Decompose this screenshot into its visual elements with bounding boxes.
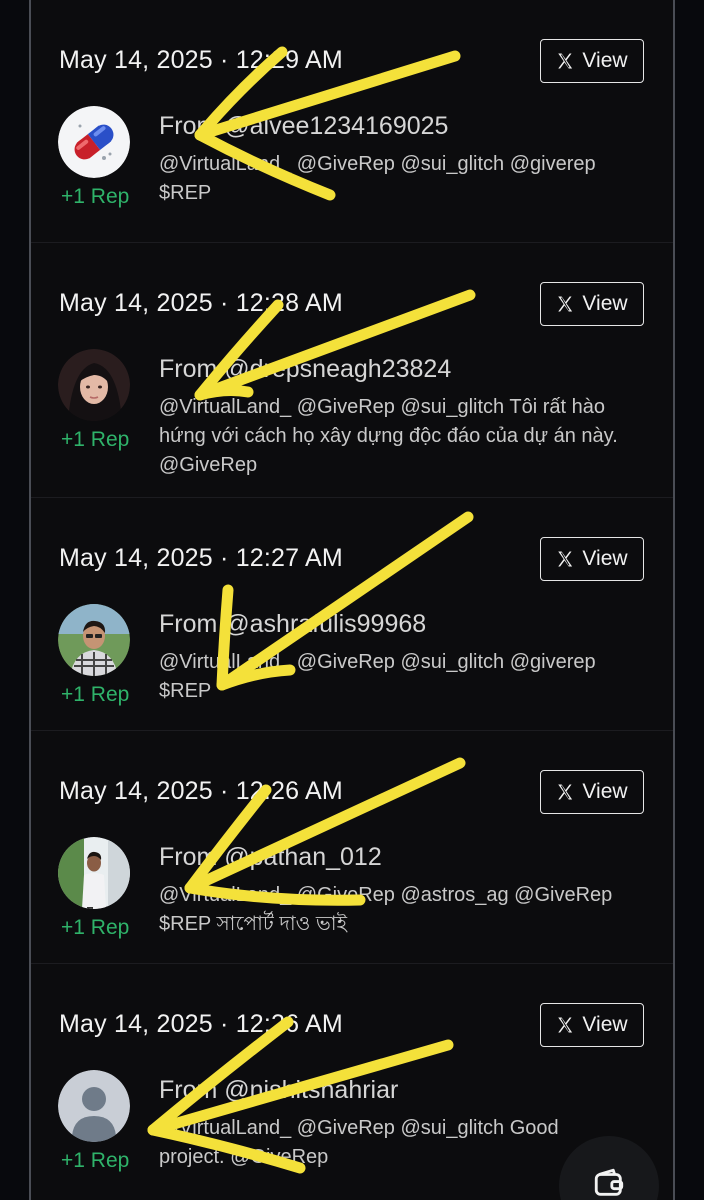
post-message: @VirtualLand_ @GiveRep @sui_glitch Good … <box>159 1117 559 1168</box>
user-photo-icon <box>58 837 130 909</box>
avatar[interactable] <box>58 1070 130 1142</box>
post-date: May 14, 2025 · 12:28 AM <box>59 289 343 317</box>
post-message: @VirtualLand_ @GiveRep @astros_ag @GiveR… <box>159 884 613 935</box>
post-author: From @ashrafulis99968 <box>159 610 427 638</box>
avatar[interactable] <box>58 604 130 676</box>
view-on-x-button[interactable]: View <box>540 1003 644 1047</box>
post-date: May 14, 2025 · 12:26 AM <box>59 1010 343 1038</box>
post-author: From @pathan_012 <box>159 843 382 871</box>
feed-card: May 14, 2025 · 12:28 AM View +1 Rep From… <box>31 243 673 498</box>
post-date: May 14, 2025 · 12:27 AM <box>59 544 343 572</box>
post-author: From @nishitshahriar <box>159 1076 399 1104</box>
user-photo-icon <box>58 604 130 676</box>
rep-badge: +1 Rep <box>61 916 130 939</box>
rep-badge: +1 Rep <box>61 428 130 451</box>
post-message: @VirtualLand_ @GiveRep @sui_glitch Tôi r… <box>159 396 618 476</box>
default-user-icon <box>58 1070 130 1142</box>
view-on-x-button[interactable]: View <box>540 770 644 814</box>
wallet-icon <box>594 1168 624 1196</box>
feed-card: May 14, 2025 · 12:27 AM View +1 Rep From… <box>31 498 673 731</box>
x-logo-icon <box>558 784 573 800</box>
view-label: View <box>582 292 628 315</box>
user-photo-icon <box>58 349 130 421</box>
rep-badge: +1 Rep <box>61 1149 130 1172</box>
post-author: From @drepsneagh23824 <box>159 355 452 383</box>
x-logo-icon <box>558 53 573 69</box>
post-message: @VirtualLand_ @GiveRep @sui_glitch @give… <box>159 651 596 702</box>
feed-card: May 14, 2025 · 12:26 AM View +1 Rep From… <box>31 731 673 964</box>
view-label: View <box>582 547 628 570</box>
feed-card: May 14, 2025 · 12:29 AM View +1 Rep From… <box>31 0 673 243</box>
view-label: View <box>582 780 628 803</box>
view-label: View <box>582 1013 628 1036</box>
post-author: From @alvee1234169025 <box>159 112 449 140</box>
right-border <box>673 0 675 1200</box>
view-on-x-button[interactable]: View <box>540 537 644 581</box>
x-logo-icon <box>558 1017 573 1033</box>
rep-badge: +1 Rep <box>61 185 130 208</box>
view-on-x-button[interactable]: View <box>540 282 644 326</box>
post-date: May 14, 2025 · 12:26 AM <box>59 777 343 805</box>
x-logo-icon <box>558 296 573 312</box>
view-label: View <box>582 49 628 72</box>
post-message: @VirtualLand_ @GiveRep @sui_glitch @give… <box>159 153 596 204</box>
page: May 14, 2025 · 12:29 AM View +1 Rep From… <box>0 0 704 1200</box>
post-date: May 14, 2025 · 12:29 AM <box>59 46 343 74</box>
avatar[interactable] <box>58 106 130 178</box>
view-on-x-button[interactable]: View <box>540 39 644 83</box>
avatar[interactable] <box>58 837 130 909</box>
rep-feed: May 14, 2025 · 12:29 AM View +1 Rep From… <box>31 0 673 1200</box>
rep-badge: +1 Rep <box>61 683 130 706</box>
red-blue-pill-icon <box>58 106 130 178</box>
x-logo-icon <box>558 551 573 567</box>
avatar[interactable] <box>58 349 130 421</box>
